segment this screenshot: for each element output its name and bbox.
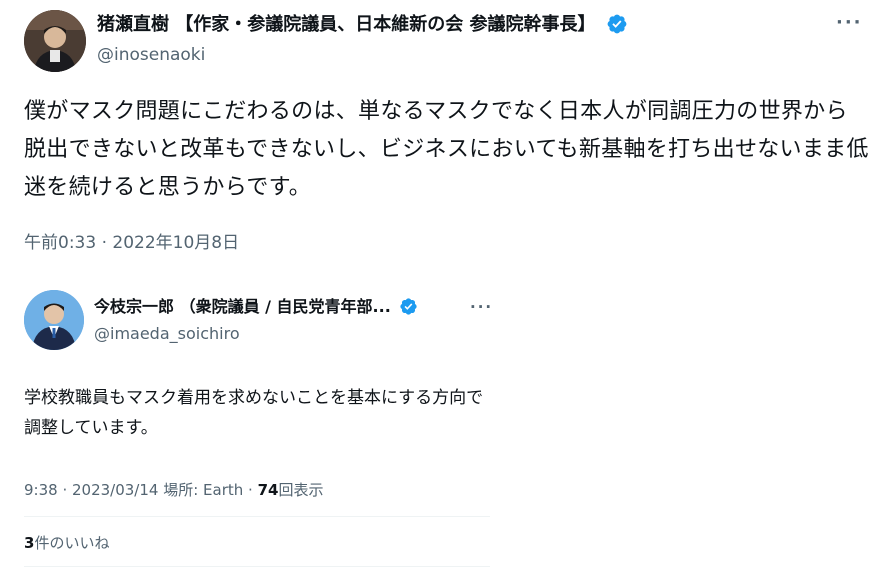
views-count: 74 [257, 481, 279, 499]
tweet-timestamp[interactable]: 午前0:33 · 2022年10月8日 [24, 232, 239, 254]
author-avatar[interactable] [24, 10, 86, 72]
author-handle[interactable]: @inosenaoki [97, 44, 205, 66]
quoted-verified-badge-icon [400, 297, 417, 315]
author-name[interactable]: 猪瀬直樹 【作家・参議院議員、日本維新の会 参議院幹事長】 [97, 13, 628, 37]
likes-stat[interactable]: 3件のいいね [24, 532, 109, 554]
quoted-tweet-meta: 9:38 · 2023/03/14 場所: Earth · 74回表示 [24, 479, 323, 501]
quoted-author-name[interactable]: 今枝宗一郎 （衆院議員 / 自民党青年部... [94, 296, 418, 318]
quoted-author-avatar[interactable] [24, 290, 84, 350]
quoted-tweet-meta-prefix[interactable]: 9:38 · 2023/03/14 場所: Earth · [24, 481, 258, 499]
quoted-tweet-text: 学校教職員もマスク着用を求めないことを基本にする方向で調整しています。 [24, 388, 484, 438]
tweet-text: 僕がマスク問題にこだわるのは、単なるマスクでなく日本人が同調圧力の世界から脱出で… [24, 99, 869, 200]
quoted-avatar-portrait-image [24, 290, 84, 350]
quoted-author-name-text[interactable]: 今枝宗一郎 （衆院議員 / 自民党青年部... [94, 297, 391, 316]
likes-label: 件のいいね [34, 534, 110, 552]
stats-divider-top [24, 516, 490, 517]
likes-count: 3 [24, 534, 35, 552]
author-name-text[interactable]: 猪瀬直樹 【作家・参議院議員、日本維新の会 参議院幹事長】 [97, 14, 596, 35]
more-options-icon[interactable]: ··· [836, 12, 863, 34]
quoted-author-handle[interactable]: @imaeda_soichiro [94, 323, 240, 345]
verified-badge-icon [607, 14, 627, 33]
avatar-portrait-image [24, 10, 86, 72]
quoted-more-options-icon[interactable]: ··· [470, 297, 493, 317]
views-label: 回表示 [278, 481, 324, 499]
stats-divider-bottom [24, 566, 490, 567]
